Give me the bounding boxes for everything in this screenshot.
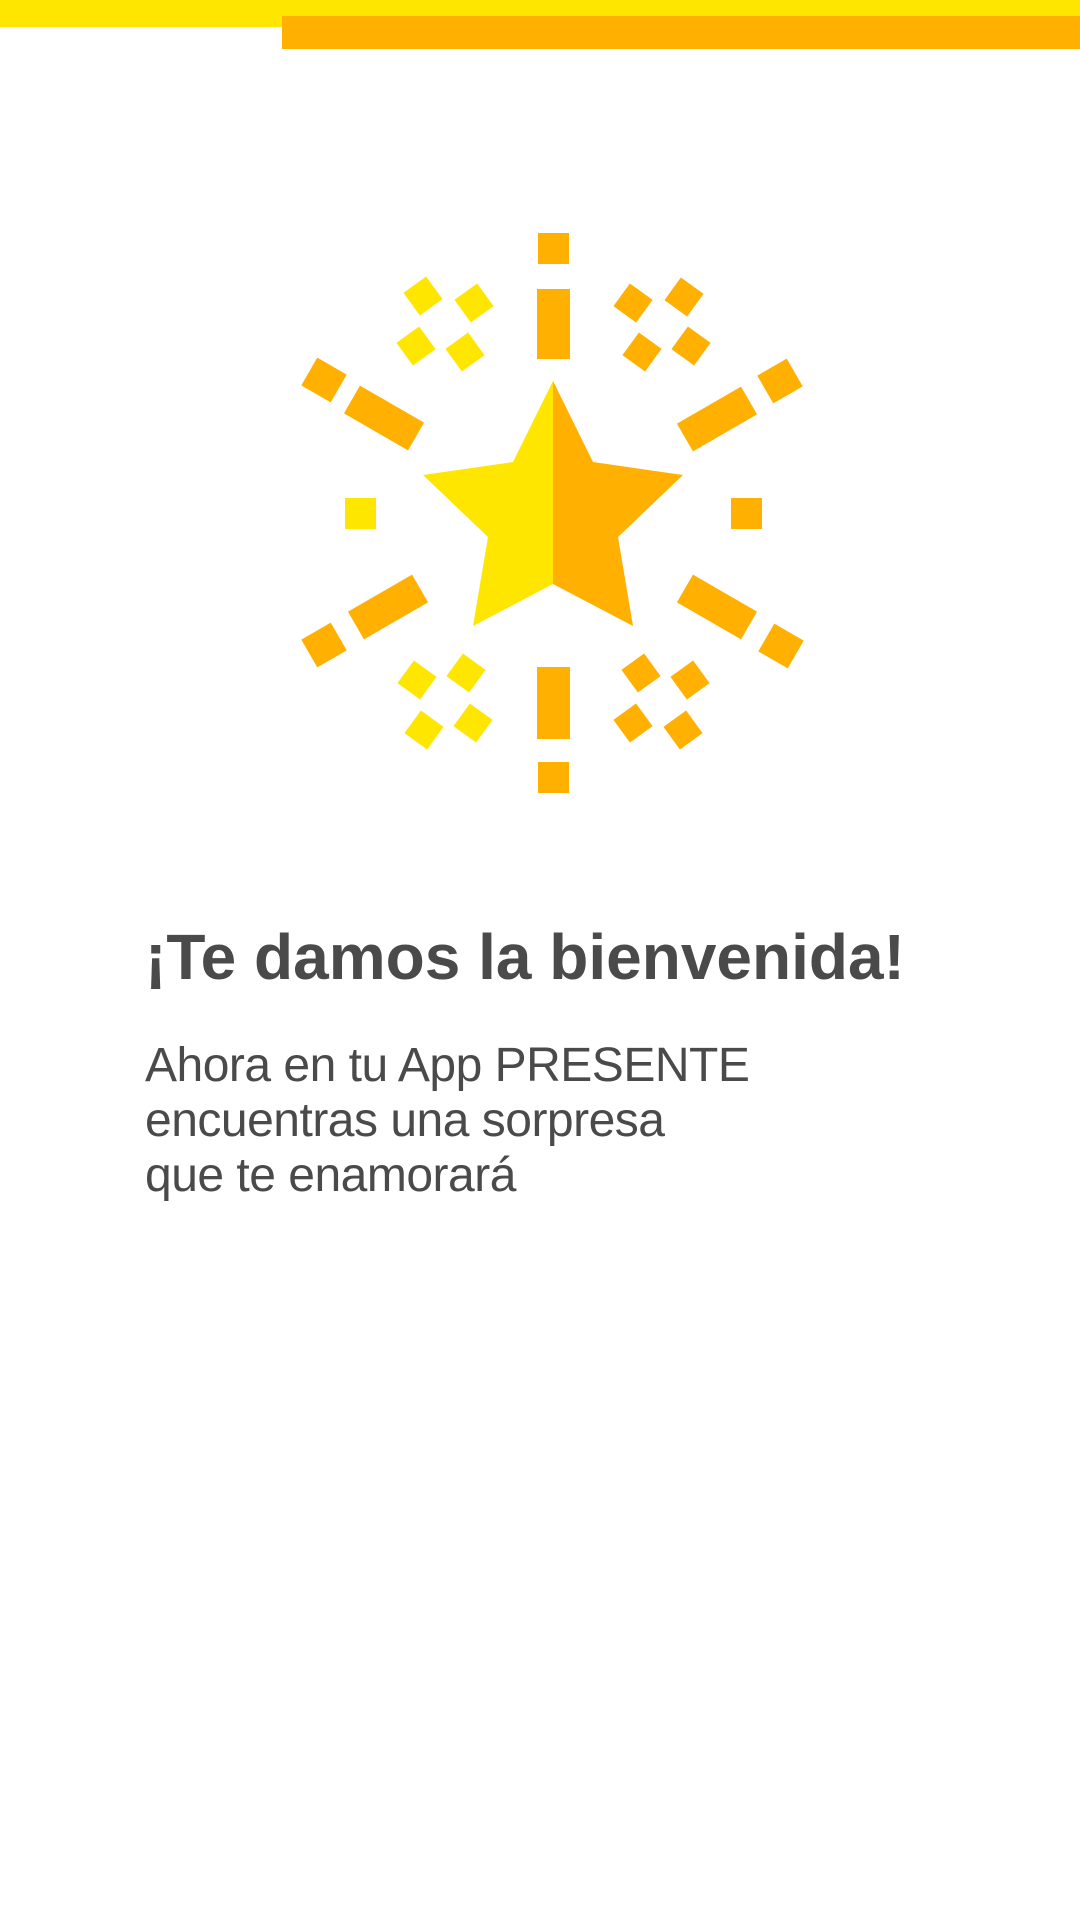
- star-burst-icon: [301, 233, 804, 793]
- top-accent-bar-orange: [282, 16, 1080, 49]
- welcome-title: ¡Te damos la bienvenida!: [145, 921, 905, 993]
- welcome-message: Ahora en tu App PRESENTE encuentras una …: [145, 1038, 750, 1203]
- welcome-message-line: que te enamorará: [145, 1149, 516, 1202]
- welcome-message-line: Ahora en tu App PRESENTE: [145, 1039, 750, 1092]
- welcome-message-line: encuentras una sorpresa: [145, 1094, 665, 1147]
